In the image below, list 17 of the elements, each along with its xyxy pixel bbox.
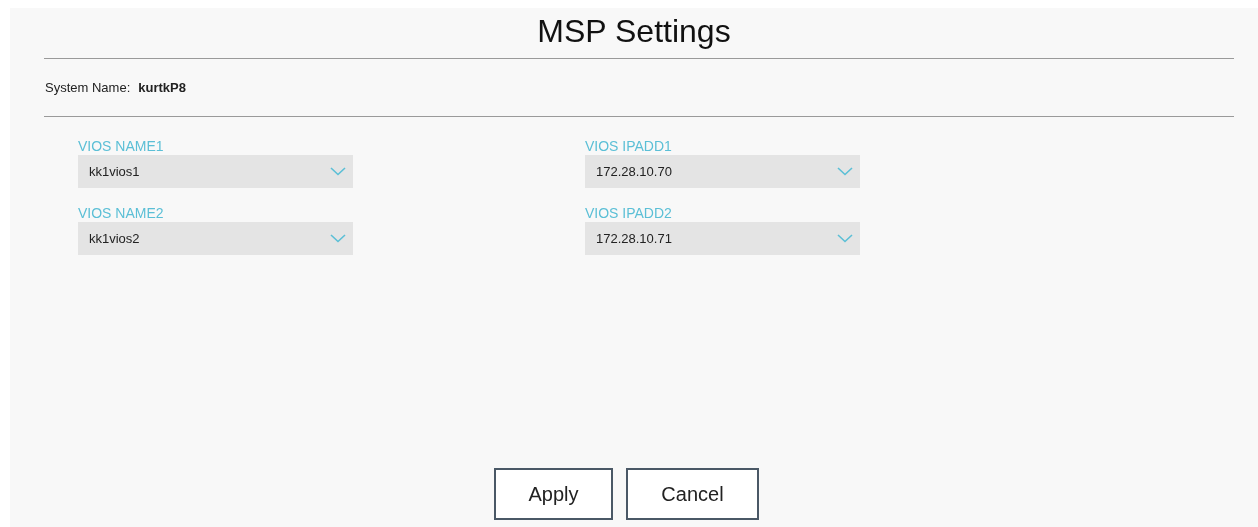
system-name-value: kurtkP8 xyxy=(138,78,186,97)
dropdown[interactable]: kk1vios2 xyxy=(78,222,353,255)
chevron-down-icon xyxy=(330,167,346,176)
chevron-down-icon xyxy=(837,167,853,176)
dropdown[interactable]: kk1vios1 xyxy=(78,155,353,188)
chevron-down-icon xyxy=(837,234,853,243)
dropdown[interactable]: 172.28.10.71 xyxy=(585,222,860,255)
system-name-label: System Name: xyxy=(45,78,131,97)
dialog-title: MSP Settings xyxy=(537,12,731,51)
dropdown[interactable]: 172.28.10.70 xyxy=(585,155,860,188)
field-label: VIOS IPADD1 xyxy=(585,137,672,155)
cancel-button[interactable]: Cancel xyxy=(626,468,759,520)
apply-button[interactable]: Apply xyxy=(494,468,613,520)
field-label: VIOS NAME2 xyxy=(78,204,164,222)
field-label: VIOS IPADD2 xyxy=(585,204,672,222)
chevron-down-icon xyxy=(330,234,346,243)
field-label: VIOS NAME1 xyxy=(78,137,164,155)
